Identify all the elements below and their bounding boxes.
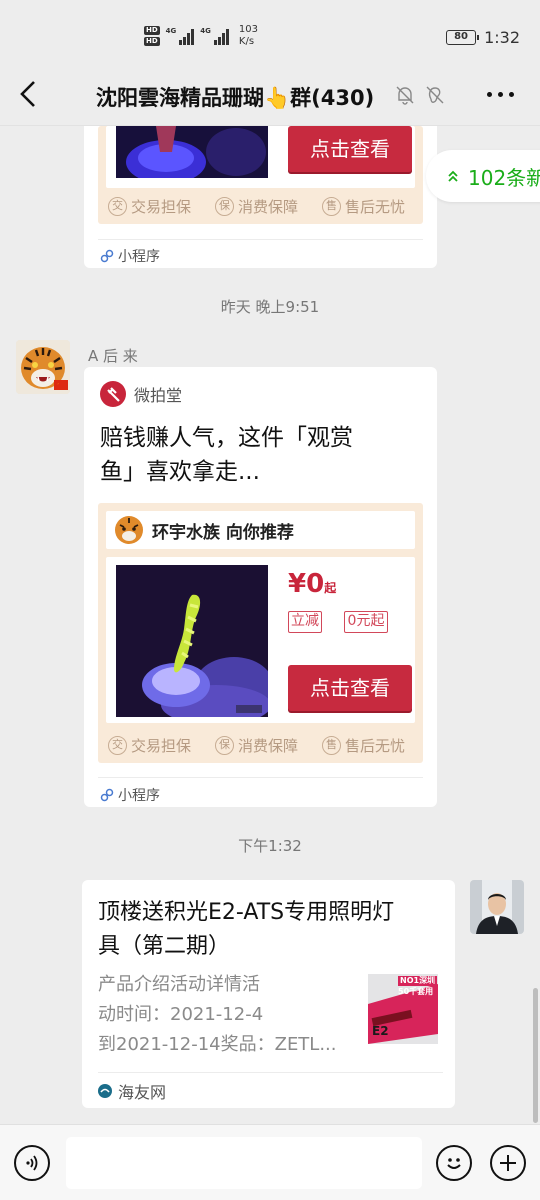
chat-header: 沈阳雲海精品珊瑚👆群(430) bbox=[0, 64, 540, 126]
thumbs-up-icon: 售 bbox=[322, 736, 341, 755]
mini-program-icon bbox=[100, 249, 114, 263]
mini-program-card[interactable]: 点击查看 交交易担保 保消费保障 售售后无忧 小程序 bbox=[84, 126, 437, 268]
coral-photo bbox=[116, 565, 268, 717]
mini-program-card[interactable]: 微拍堂 赔钱赚人气，这件「观赏 鱼」喜欢拿走... 环宇水族 向你推荐 ¥0起 … bbox=[84, 367, 437, 807]
mini-program-content: 环宇水族 向你推荐 ¥0起 立减 0元起 点击查看 交交易担保 保 消费保障 售… bbox=[98, 503, 423, 763]
shield-icon: 交 bbox=[108, 736, 127, 755]
product-panel: ¥0起 立减 0元起 点击查看 bbox=[106, 557, 415, 723]
guarantee-item: 售售后无忧 bbox=[322, 735, 405, 756]
more-button[interactable] bbox=[487, 92, 514, 97]
mini-program-footer: 小程序 bbox=[100, 246, 160, 266]
discount-tag: 0元起 bbox=[344, 611, 388, 633]
scrollbar[interactable] bbox=[533, 988, 538, 1123]
dot-icon bbox=[498, 92, 503, 97]
title-status-icons bbox=[394, 84, 446, 106]
app-name: 微拍堂 bbox=[134, 386, 183, 405]
smiley-icon bbox=[447, 1158, 461, 1169]
timestamp: 昨天 晚上9:51 bbox=[220, 298, 320, 316]
mini-program-icon bbox=[100, 788, 114, 802]
haiyou-logo-icon bbox=[98, 1084, 112, 1098]
chevron-left-icon bbox=[20, 81, 35, 107]
hd-badge: HD bbox=[144, 26, 160, 35]
guarantee-item: 交交易担保 bbox=[108, 735, 215, 756]
guarantee-item: 售售后无忧 bbox=[322, 196, 405, 217]
input-bar bbox=[0, 1124, 540, 1200]
avatar[interactable] bbox=[16, 340, 70, 394]
app-source: 微拍堂 bbox=[100, 381, 182, 407]
shop-header: 环宇水族 向你推荐 bbox=[106, 511, 415, 549]
mini-program-content: 点击查看 交交易担保 保消费保障 售售后无忧 bbox=[98, 126, 423, 224]
status-right: 80 1:32 bbox=[446, 28, 520, 47]
hd-badges: HD HD bbox=[144, 26, 160, 46]
tiger-avatar-icon bbox=[115, 516, 143, 544]
shield-icon: 交 bbox=[108, 197, 127, 216]
more-actions-button[interactable] bbox=[490, 1145, 526, 1181]
hd-badge: HD bbox=[144, 37, 160, 46]
discount-tag: 立减 bbox=[288, 611, 322, 633]
signal-icon: 4G bbox=[200, 27, 229, 45]
thumbs-up-icon: 售 bbox=[322, 197, 341, 216]
view-button[interactable]: 点击查看 bbox=[288, 126, 412, 172]
tiger-avatar-icon bbox=[16, 340, 70, 394]
back-button[interactable] bbox=[12, 78, 44, 110]
clock: 1:32 bbox=[484, 28, 520, 47]
price: ¥0起 bbox=[288, 569, 337, 599]
shield-icon: 保 bbox=[215, 197, 234, 216]
ear-icon bbox=[426, 86, 444, 104]
article-card[interactable]: 顶楼送积光E2-ATS专用照明灯 具（第二期） 产品介绍活动详情活 动时间：20… bbox=[82, 880, 455, 1108]
status-bar: HD HD 4G 4G 103 K/s 80 1:32 bbox=[0, 0, 540, 64]
mute-bell-icon bbox=[396, 86, 414, 105]
weipaitang-logo-icon bbox=[100, 381, 126, 407]
dot-icon bbox=[509, 92, 514, 97]
guarantee-item: 交交易担保 bbox=[108, 196, 215, 217]
coral-photo bbox=[116, 126, 268, 178]
guarantee-row: 交交易担保 保消费保障 售售后无忧 bbox=[108, 735, 418, 756]
guarantee-row: 交交易担保 保消费保障 售售后无忧 bbox=[108, 196, 418, 217]
person-avatar-icon bbox=[470, 880, 524, 934]
article-title: 顶楼送积光E2-ATS专用照明灯 具（第二期） bbox=[98, 900, 395, 959]
new-messages-pill[interactable]: 102条新 bbox=[426, 150, 540, 202]
battery-icon: 80 bbox=[446, 30, 480, 45]
product-panel: 点击查看 bbox=[106, 126, 415, 188]
message-input[interactable] bbox=[66, 1137, 422, 1189]
timestamp: 下午1:32 bbox=[238, 837, 302, 855]
chat-title: 沈阳雲海精品珊瑚👆群(430) bbox=[96, 86, 375, 110]
signal-icon: 4G bbox=[166, 27, 195, 45]
shield-icon: 保 bbox=[215, 736, 234, 755]
voice-icon bbox=[26, 1155, 38, 1171]
plus-icon bbox=[500, 1155, 516, 1171]
double-chevron-up-icon bbox=[448, 170, 458, 182]
network-speed: 103 K/s bbox=[238, 24, 259, 47]
guarantee-item: 保消费保障 bbox=[215, 735, 322, 756]
card-title: 赔钱赚人气，这件「观赏 鱼」喜欢拿走... bbox=[100, 425, 353, 485]
article-source: 海友网 bbox=[98, 1079, 166, 1103]
guarantee-item: 保消费保障 bbox=[215, 196, 322, 217]
article-description: 产品介绍活动详情活 动时间：2021-12-4 到2021-12-14奖品：ZE… bbox=[98, 974, 337, 1055]
article-thumbnail: NO1深圳 50千套用 E2 bbox=[368, 974, 438, 1044]
status-indicators: HD HD 4G 4G 103 K/s bbox=[144, 24, 258, 48]
view-button[interactable]: 点击查看 bbox=[288, 665, 412, 711]
sender-name: A 后 来 bbox=[88, 347, 138, 365]
voice-button[interactable] bbox=[14, 1145, 50, 1181]
emoji-button[interactable] bbox=[436, 1145, 472, 1181]
dot-icon bbox=[487, 92, 492, 97]
avatar[interactable] bbox=[470, 880, 524, 934]
mini-program-footer: 小程序 bbox=[100, 785, 160, 805]
